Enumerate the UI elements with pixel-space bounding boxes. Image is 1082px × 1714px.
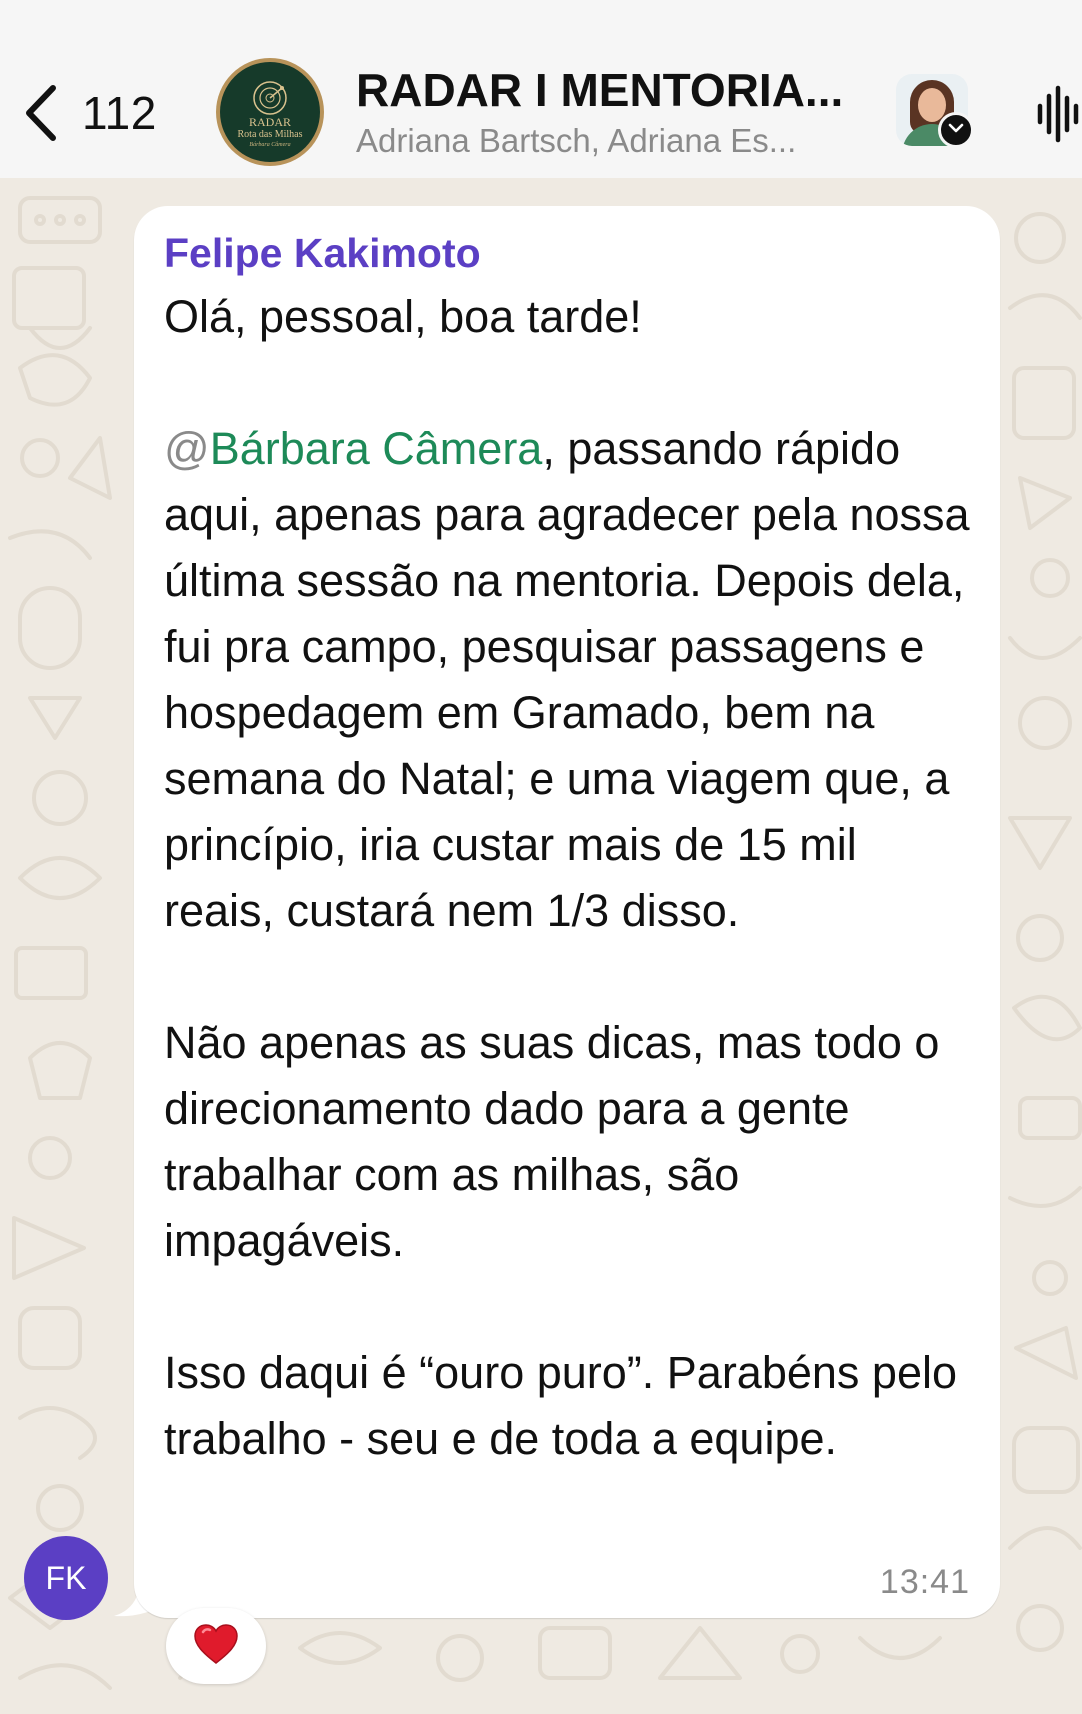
chat-info[interactable]: RADAR I MENTORIA... Adriana Bartsch, Adr… (356, 62, 856, 162)
chat-title: RADAR I MENTORIA... (356, 64, 844, 116)
chat-subtitle: Adriana Bartsch, Adriana Es... (356, 122, 797, 159)
unread-count: 112 (82, 87, 157, 139)
message-paragraph-3: Isso daqui é “ouro puro”. Parabéns pelo … (164, 1347, 957, 1464)
message-reaction[interactable] (166, 1608, 266, 1684)
voice-chat-button[interactable] (1036, 84, 1082, 144)
group-avatar-image: RADAR Rota das Milhas Bárbara Câmera (220, 62, 320, 162)
message-sender[interactable]: Felipe Kakimoto (164, 226, 974, 280)
message-bubble[interactable]: Felipe Kakimoto Olá, pessoal, boa tarde!… (134, 206, 1000, 1618)
chat-header: 112 RADAR Rota das Milhas Bárbara Câmera… (0, 0, 1082, 178)
members-dropdown-button[interactable] (938, 112, 974, 148)
message-paragraph-1: @Bárbara Câmera, passando rápido aqui, a… (164, 416, 974, 944)
message-timestamp: 13:41 (879, 1563, 970, 1601)
group-avatar-line2: Rota das Milhas (237, 129, 303, 140)
waveform-icon (1036, 85, 1082, 148)
group-avatar[interactable]: RADAR Rota das Milhas Bárbara Câmera (216, 58, 324, 166)
message-paragraph-2: Não apenas as suas dicas, mas todo o dir… (164, 1017, 940, 1266)
heart-icon (193, 1623, 239, 1670)
group-avatar-line1: RADAR (248, 115, 291, 129)
mention-link[interactable]: Bárbara Câmera (210, 423, 543, 474)
group-avatar-line3: Bárbara Câmera (249, 142, 291, 148)
chevron-left-icon (22, 83, 58, 143)
chevron-down-icon (948, 121, 964, 139)
mention-at: @ (164, 423, 210, 474)
sender-avatar[interactable]: FK (24, 1536, 108, 1620)
message-greeting: Olá, pessoal, boa tarde! (164, 291, 642, 342)
back-button[interactable]: 112 (22, 78, 157, 148)
message-paragraph-1-text: , passando rápido aqui, apenas para agra… (164, 423, 970, 936)
